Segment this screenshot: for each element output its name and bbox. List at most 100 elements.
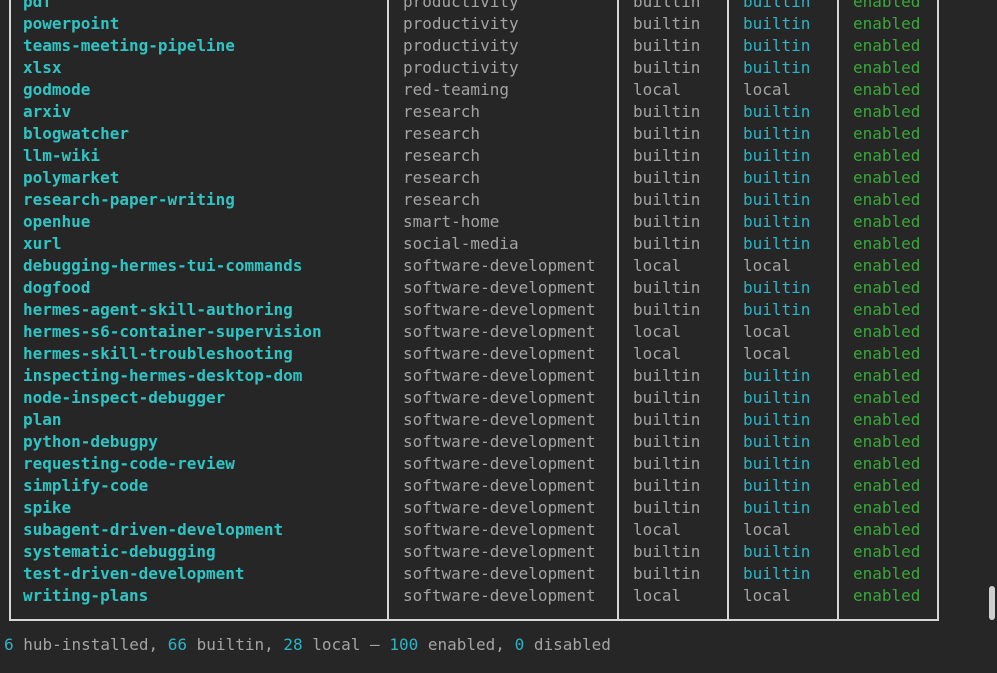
skill-trust: builtin <box>743 234 811 253</box>
skill-name: hermes-s6-container-supervision <box>23 322 322 341</box>
skill-name: openhue <box>23 212 91 231</box>
skill-trust: builtin <box>743 366 811 385</box>
skill-status: enabled <box>853 36 921 55</box>
skill-source: local <box>633 80 682 99</box>
skill-name: polymarket <box>23 168 120 187</box>
table-row: plan software-development builtin builtin en… <box>0 409 997 431</box>
skill-source: local <box>633 344 682 363</box>
skill-trust: builtin <box>743 146 811 165</box>
table-row: llm-wiki research builtin builtin enabled <box>0 145 997 167</box>
skill-status: enabled <box>853 454 921 473</box>
hub-installed-label: hub-installed, <box>13 635 168 654</box>
table-body: pdf productivity builtin builtin enabled powe… <box>0 0 997 607</box>
skill-name: spike <box>23 498 72 517</box>
skill-source: builtin <box>633 388 701 407</box>
skill-name: subagent-driven-development <box>23 520 284 539</box>
table-row: polymarket research builtin builtin enabled <box>0 167 997 189</box>
skill-category: software-development <box>403 388 596 407</box>
table-row: godmode red-teaming local local enabled <box>0 79 997 101</box>
table-row: xurl social-media builtin builtin enabled <box>0 233 997 255</box>
skill-category: software-development <box>403 344 596 363</box>
skill-trust: local <box>743 80 792 99</box>
skill-source: local <box>633 586 682 605</box>
skill-category: research <box>403 124 481 143</box>
skill-name: godmode <box>23 80 91 99</box>
skill-category: productivity <box>403 58 519 77</box>
skill-category: software-development <box>403 542 596 561</box>
skill-name: arxiv <box>23 102 72 121</box>
table-row: teams-meeting-pipeline productivity builti… <box>0 35 997 57</box>
skill-source: builtin <box>633 410 701 429</box>
skill-trust: builtin <box>743 58 811 77</box>
skill-trust: local <box>743 586 792 605</box>
skill-name: research-paper-writing <box>23 190 235 209</box>
skill-source: builtin <box>633 212 701 231</box>
table-row: pdf productivity builtin builtin enabled <box>0 0 997 13</box>
skill-status: enabled <box>853 124 921 143</box>
local-label: local — <box>302 635 390 654</box>
skill-source: builtin <box>633 432 701 451</box>
skill-source: builtin <box>633 124 701 143</box>
skill-trust: builtin <box>743 564 811 583</box>
skill-source: builtin <box>633 476 701 495</box>
skill-status: enabled <box>853 542 921 561</box>
skill-source: builtin <box>633 58 701 77</box>
skill-status: enabled <box>853 0 921 11</box>
skill-status: enabled <box>853 102 921 121</box>
skill-name: requesting-code-review <box>23 454 235 473</box>
skill-status: enabled <box>853 344 921 363</box>
hub-installed-count: 6 <box>4 635 14 654</box>
skill-source: builtin <box>633 498 701 517</box>
skill-name: writing-plans <box>23 586 149 605</box>
skill-name: node-inspect-debugger <box>23 388 226 407</box>
skill-status: enabled <box>853 190 921 209</box>
skill-category: smart-home <box>403 212 500 231</box>
table-row: systematic-debugging software-development… <box>0 541 997 563</box>
skill-source: builtin <box>633 564 701 583</box>
skill-category: software-development <box>403 498 596 517</box>
skill-trust: builtin <box>743 454 811 473</box>
skill-source: local <box>633 322 682 341</box>
skill-name: inspecting-hermes-desktop-dom <box>23 366 303 385</box>
skill-category: software-development <box>403 432 596 451</box>
skill-status: enabled <box>853 14 921 33</box>
skill-trust: builtin <box>743 410 811 429</box>
skill-status: enabled <box>853 388 921 407</box>
skill-trust: builtin <box>743 124 811 143</box>
skill-category: research <box>403 146 481 165</box>
terminal-window: pdf productivity builtin builtin enabled powe… <box>0 0 997 673</box>
skill-category: software-development <box>403 278 596 297</box>
scrollbar-thumb[interactable] <box>989 586 995 620</box>
skill-status: enabled <box>853 366 921 385</box>
skills-table: pdf productivity builtin builtin enabled powe… <box>0 0 997 621</box>
skill-trust: builtin <box>743 168 811 187</box>
skill-trust: builtin <box>743 432 811 451</box>
builtin-label: builtin, <box>187 635 284 654</box>
skill-source: builtin <box>633 542 701 561</box>
table-bottom-border <box>9 619 939 621</box>
table-row: hermes-s6-container-supervision software-… <box>0 321 997 343</box>
disabled-label: disabled <box>524 635 611 654</box>
skill-status: enabled <box>853 234 921 253</box>
table-row: hermes-skill-troubleshooting software-dev… <box>0 343 997 365</box>
skill-status: enabled <box>853 58 921 77</box>
skill-name: hermes-agent-skill-authoring <box>23 300 293 319</box>
skill-status: enabled <box>853 168 921 187</box>
skill-source: builtin <box>633 234 701 253</box>
skill-source: builtin <box>633 36 701 55</box>
skill-category: software-development <box>403 322 596 341</box>
skill-name: teams-meeting-pipeline <box>23 36 235 55</box>
table-row: requesting-code-review software-developme… <box>0 453 997 475</box>
table-row: openhue smart-home builtin builtin enabled <box>0 211 997 233</box>
skill-name: systematic-debugging <box>23 542 216 561</box>
skill-source: builtin <box>633 366 701 385</box>
table-row: test-driven-development software-developm… <box>0 563 997 585</box>
skill-name: plan <box>23 410 62 429</box>
table-row: node-inspect-debugger software-developmen… <box>0 387 997 409</box>
skill-status: enabled <box>853 586 921 605</box>
skill-source: builtin <box>633 0 701 11</box>
skill-name: hermes-skill-troubleshooting <box>23 344 293 363</box>
local-count: 28 <box>283 635 303 654</box>
skill-name: powerpoint <box>23 14 120 33</box>
skill-trust: builtin <box>743 14 811 33</box>
